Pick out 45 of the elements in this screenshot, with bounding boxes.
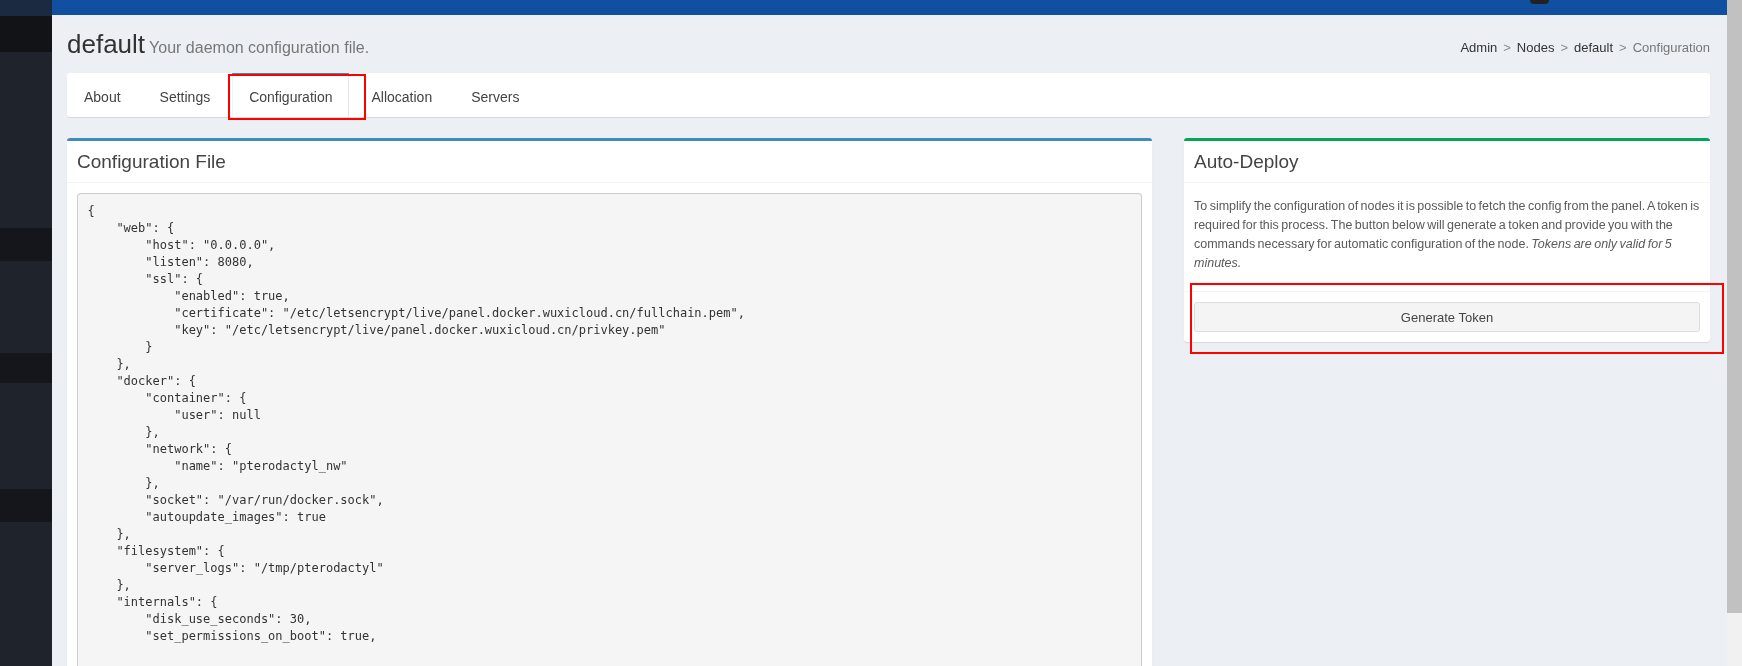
code-line: "network": { bbox=[144, 441, 232, 458]
code-line: "listen": 8080, bbox=[144, 254, 254, 271]
avatar-icon[interactable] bbox=[1530, 0, 1549, 4]
code-line: }, bbox=[115, 356, 131, 373]
code-line: "web": { bbox=[115, 220, 175, 237]
code-line: }, bbox=[144, 424, 160, 441]
breadcrumb-separator: > bbox=[1559, 39, 1570, 55]
code-line: }, bbox=[115, 577, 131, 594]
code-line: "enabled": true, bbox=[173, 288, 290, 305]
code-line: } bbox=[144, 339, 153, 356]
breadcrumb-link[interactable]: Nodes bbox=[1516, 39, 1555, 55]
code-line: "host": "0.0.0.0", bbox=[144, 237, 276, 254]
code-line: "container": { bbox=[144, 390, 247, 407]
code-line: "autoupdate_images": true bbox=[144, 509, 326, 526]
code-line: "key": "/etc/letsencrypt/live/panel.docker.wuxicloud.cn/privkey.pem" bbox=[173, 322, 666, 339]
code-line: "user": null bbox=[173, 407, 261, 424]
breadcrumb-link[interactable]: Admin bbox=[1460, 39, 1498, 55]
code-line: { bbox=[87, 203, 95, 220]
tab[interactable]: About bbox=[67, 73, 138, 117]
tab[interactable]: Configuration bbox=[232, 73, 350, 117]
panel-title: Auto-Deploy bbox=[1194, 151, 1300, 172]
code-line: "disk_use_seconds": 30, bbox=[144, 611, 312, 628]
code-line: "docker": { bbox=[115, 373, 196, 390]
code-line: "name": "pterodactyl_nw" bbox=[173, 458, 348, 475]
code-line: "ssl": { bbox=[144, 271, 204, 288]
panel-description: To simplify the configuration of nodes it is possible to fetch the config from the panel. A token is required for this process. The button below will generate a token and provide you with the commands necessary for automatic configuration of the node. Tokens are only valid for 5 minutes. bbox=[1194, 198, 1700, 272]
panel-title: Configuration File bbox=[77, 151, 227, 172]
tab[interactable]: Settings bbox=[142, 73, 228, 117]
page-subtitle: Your daemon configuration file. bbox=[149, 39, 370, 57]
code-line: "set_permissions_on_boot": true, bbox=[144, 628, 377, 645]
tab[interactable]: Servers bbox=[454, 73, 537, 117]
code-line: }, bbox=[144, 475, 160, 492]
page-title: default bbox=[67, 29, 146, 59]
code-line: "socket": "/var/run/docker.sock", bbox=[144, 492, 384, 509]
breadcrumb-link[interactable]: default bbox=[1574, 39, 1614, 55]
code-line: }, bbox=[115, 526, 131, 543]
breadcrumb-current: Configuration bbox=[1632, 39, 1710, 55]
code-line: "certificate": "/etc/letsencrypt/live/panel.docker.wuxicloud.cn/fullchain.pem", bbox=[173, 305, 745, 322]
token-button[interactable]: Generate Token bbox=[1194, 302, 1700, 332]
tab[interactable]: Allocation bbox=[354, 73, 450, 117]
code-line: "server_logs": "/tmp/pterodactyl" bbox=[144, 560, 384, 577]
breadcrumb-separator: > bbox=[1502, 39, 1512, 55]
breadcrumb-separator: > bbox=[1618, 39, 1628, 55]
code-line: "internals": { bbox=[115, 594, 218, 611]
code-line: "filesystem": { bbox=[115, 543, 225, 560]
